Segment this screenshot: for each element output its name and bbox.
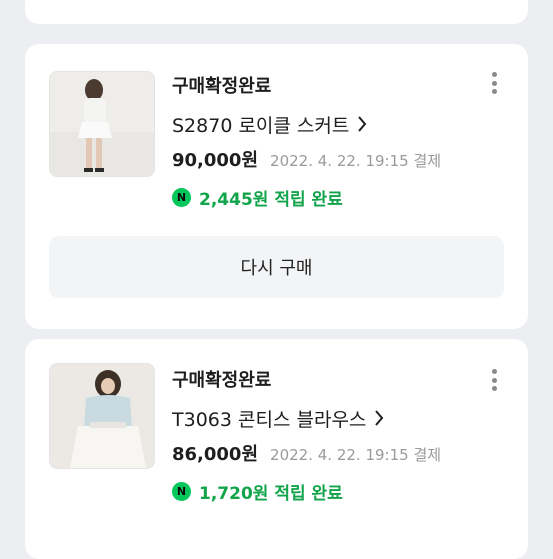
price-row: 90,000원 2022. 4. 22. 19:15 결제 <box>172 146 488 174</box>
payment-date: 2022. 4. 22. 19:15 결제 <box>270 152 442 170</box>
more-options-icon[interactable] <box>484 365 504 395</box>
product-thumbnail[interactable] <box>49 363 155 469</box>
product-thumbnail[interactable] <box>49 71 155 177</box>
order-status: 구매확정완료 <box>172 370 272 391</box>
more-options-icon[interactable] <box>484 68 504 98</box>
order-card: 구매확정완료 T3063 콘티스 블라우스 86,000원 2022. 4. 2… <box>25 339 528 559</box>
chevron-right-icon <box>374 410 384 426</box>
product-name[interactable]: T3063 콘티스 블라우스 <box>172 405 366 432</box>
order-status: 구매확정완료 <box>172 76 272 97</box>
product-link[interactable]: S2870 로이클 스커트 <box>172 110 488 138</box>
points-earned: 2,445원 적립 완료 <box>199 189 343 210</box>
product-name[interactable]: S2870 로이클 스커트 <box>172 111 349 138</box>
points-earned: 1,720원 적립 완료 <box>199 483 343 504</box>
order-info: 구매확정완료 S2870 로이클 스커트 90,000원 2022. 4. 22… <box>172 74 488 210</box>
product-link[interactable]: T3063 콘티스 블라우스 <box>172 404 488 432</box>
payment-date: 2022. 4. 22. 19:15 결제 <box>270 446 442 464</box>
naver-pay-icon: N <box>172 481 191 501</box>
rebuy-button[interactable]: 다시 구매 <box>49 236 504 298</box>
order-price: 90,000원 <box>172 150 259 171</box>
order-price: 86,000원 <box>172 444 259 465</box>
chevron-right-icon <box>357 116 367 132</box>
naver-pay-icon: N <box>172 187 191 207</box>
points-row: N 2,445원 적립 완료 <box>172 184 488 210</box>
previous-order-card <box>25 0 528 24</box>
order-card: 구매확정완료 S2870 로이클 스커트 90,000원 2022. 4. 22… <box>25 44 528 329</box>
points-row: N 1,720원 적립 완료 <box>172 478 488 504</box>
order-info: 구매확정완료 T3063 콘티스 블라우스 86,000원 2022. 4. 2… <box>172 368 488 504</box>
price-row: 86,000원 2022. 4. 22. 19:15 결제 <box>172 440 488 468</box>
